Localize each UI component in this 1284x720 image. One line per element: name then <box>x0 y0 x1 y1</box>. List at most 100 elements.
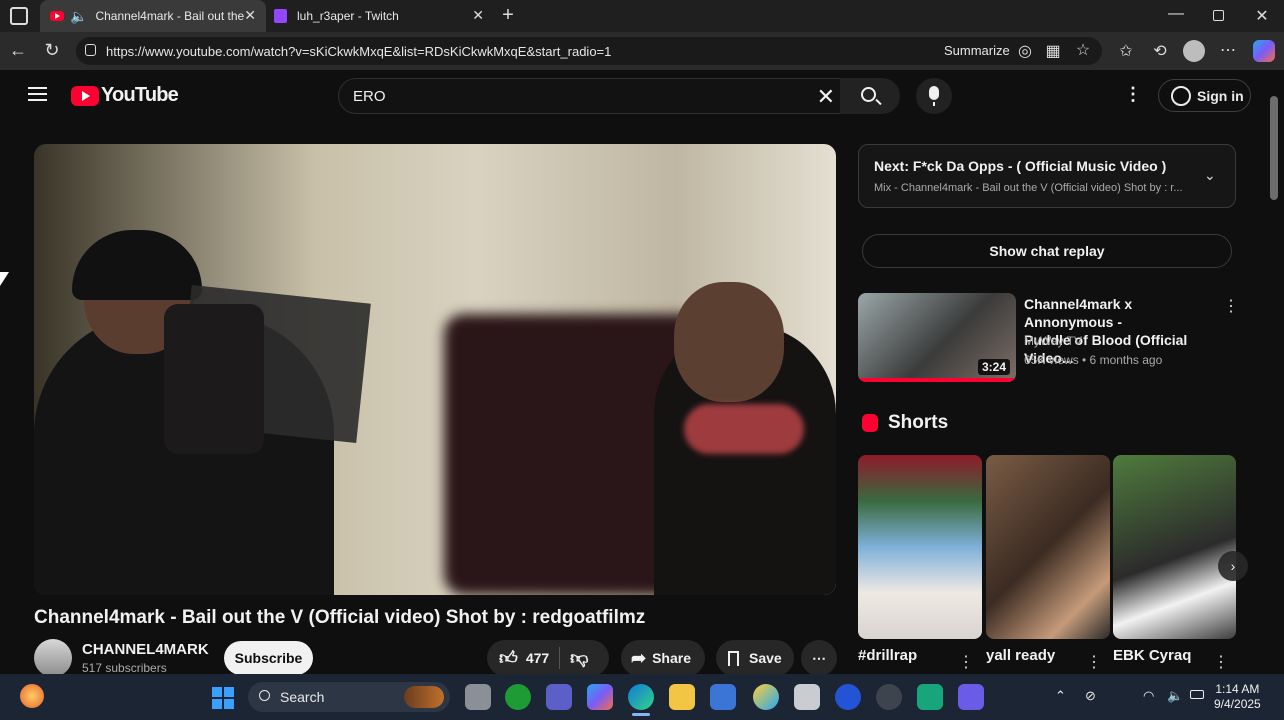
short-kebab-icon-3[interactable]: ⋮ <box>1213 652 1229 672</box>
hamburger-menu-icon[interactable] <box>28 87 47 101</box>
favorite-star-icon[interactable]: ☆ <box>1074 40 1092 60</box>
recommended-video-thumbnail[interactable]: 3:24 <box>858 293 1016 382</box>
scrollbar-thumb[interactable] <box>1270 96 1278 200</box>
tab-actions-icon[interactable] <box>10 7 28 25</box>
game-app-icon[interactable] <box>917 684 943 710</box>
back-icon[interactable]: ← <box>8 40 28 61</box>
recommended-title-line-1: Channel4mark x Annonymous - <box>1024 296 1133 330</box>
show-hidden-icons-icon[interactable]: ⌃ <box>1055 688 1066 704</box>
profile-avatar[interactable] <box>1183 40 1205 62</box>
new-tab-icon[interactable]: + <box>498 4 518 27</box>
start-button-icon[interactable] <box>212 687 234 709</box>
short-kebab-icon-1[interactable]: ⋮ <box>958 652 974 672</box>
widgets-icon[interactable] <box>20 684 44 708</box>
favorites-icon[interactable]: ✩ <box>1116 41 1136 61</box>
short-label-1[interactable]: #drillrap <box>858 647 917 664</box>
site-info-icon[interactable] <box>85 44 96 56</box>
short-label-3[interactable]: EBK Cyraq <box>1113 647 1191 664</box>
video-frame-beanie <box>72 230 202 300</box>
refresh-icon[interactable]: ↻ <box>42 40 62 61</box>
roblox-icon[interactable] <box>794 684 820 710</box>
share-button[interactable]: ➦ Share <box>621 640 705 676</box>
video-player[interactable] <box>34 144 836 595</box>
weather-icon[interactable] <box>753 684 779 710</box>
edge-icon[interactable] <box>628 684 654 710</box>
close-tab-icon[interactable]: ✕ <box>472 7 484 24</box>
copilot-icon[interactable] <box>1253 40 1275 62</box>
up-next-card[interactable]: Next: F*ck Da Opps - ( Official Music Vi… <box>858 144 1236 208</box>
recommended-channel[interactable]: MyWay TV <box>1024 334 1082 348</box>
more-actions-button[interactable]: ⋯ <box>801 640 837 676</box>
network-off-icon[interactable]: ⊘ <box>1085 688 1096 704</box>
volume-icon[interactable]: 🔈 <box>1167 688 1183 704</box>
like-count[interactable]: 477 <box>526 650 549 666</box>
short-thumbnail-3[interactable] <box>1113 455 1236 639</box>
shorts-next-button[interactable]: › <box>1218 551 1248 581</box>
xbox-icon[interactable] <box>505 684 531 710</box>
more-horizontal-icon: ⋯ <box>812 649 826 666</box>
system-clock[interactable]: 1:14 AM 9/4/2025 <box>1214 682 1261 712</box>
close-window-icon[interactable]: ✕ <box>1252 6 1272 26</box>
subscribe-button[interactable]: Subscribe <box>224 641 313 675</box>
file-explorer-icon[interactable] <box>669 684 695 710</box>
microphone-icon <box>929 86 939 100</box>
shorts-heading: Shorts <box>888 412 949 433</box>
youtube-favicon-icon <box>50 11 64 21</box>
address-field[interactable]: https://www.youtube.com/watch?v=sKiCkwkM… <box>76 37 1102 65</box>
like-icon[interactable]: 👍︎ <box>499 647 518 669</box>
save-label: Save <box>749 650 782 666</box>
settings-kebab-icon[interactable]: ⋮ <box>1124 84 1142 105</box>
video-title: Channel4mark - Bail out the V (Official … <box>34 607 646 628</box>
minimize-icon[interactable]: — <box>1166 5 1186 23</box>
copilot-taskbar-icon[interactable] <box>587 684 613 710</box>
taskbar-search[interactable]: Search <box>248 682 450 712</box>
clock-time: 1:14 AM <box>1215 682 1260 696</box>
teams-icon[interactable] <box>546 684 572 710</box>
search-value: ERO <box>353 87 386 105</box>
share-icon: ➦ <box>631 647 647 668</box>
tab-twitch[interactable]: luh_r3aper - Twitch ✕ <box>268 0 494 32</box>
show-chat-replay-button[interactable]: Show chat replay <box>862 234 1232 268</box>
mouse-cursor-icon <box>0 272 9 286</box>
short-label-2[interactable]: yall ready <box>986 647 1055 664</box>
more-menu-icon[interactable]: ⋯ <box>1218 40 1238 60</box>
video-frame-face-right <box>674 282 784 402</box>
save-button[interactable]: Save <box>716 640 794 676</box>
tab-youtube[interactable]: 🔈 Channel4mark - Bail out the ✕ <box>40 0 266 32</box>
next-subtitle: Mix - Channel4mark - Bail out the V (Off… <box>874 182 1183 194</box>
taskbar-search-label: Search <box>280 689 325 705</box>
copilot-compose-icon[interactable]: ◎ <box>1016 41 1034 61</box>
task-view-icon[interactable] <box>465 684 491 710</box>
recommended-kebab-icon[interactable]: ⋮ <box>1223 296 1239 316</box>
battery-icon[interactable] <box>1190 690 1204 699</box>
channel-avatar[interactable] <box>34 639 72 677</box>
app-icon[interactable] <box>835 684 861 710</box>
chevron-down-icon[interactable]: ⌄ <box>1204 167 1216 184</box>
history-icon[interactable]: ⟲ <box>1150 41 1170 61</box>
summarize-button[interactable]: Summarize <box>944 43 1010 58</box>
search-highlight-icon <box>404 686 444 708</box>
short-thumbnail-2[interactable] <box>986 455 1110 639</box>
search-button[interactable] <box>840 78 900 114</box>
short-kebab-icon-2[interactable]: ⋮ <box>1086 652 1102 672</box>
sign-in-button[interactable]: Sign in <box>1158 79 1251 112</box>
youtube-logo[interactable]: YouTube <box>71 84 179 107</box>
video-duration: 3:24 <box>977 359 1010 375</box>
store-icon[interactable] <box>710 684 736 710</box>
maximize-icon[interactable] <box>1213 10 1224 21</box>
wifi-icon[interactable]: ◠ <box>1143 688 1154 704</box>
voice-search-button[interactable] <box>916 78 952 114</box>
chrome-icon[interactable] <box>876 684 902 710</box>
apps-icon[interactable]: ▦ <box>1044 41 1062 61</box>
speaker-icon[interactable]: 🔈 <box>70 8 87 25</box>
search-input[interactable]: ERO ✕ <box>338 78 854 114</box>
close-tab-icon[interactable]: ✕ <box>244 7 256 24</box>
dislike-icon[interactable]: 👎︎ <box>570 647 588 669</box>
short-thumbnail-1[interactable] <box>858 455 982 639</box>
channel-name[interactable]: CHANNEL4MARK <box>82 641 209 658</box>
notes-app-icon[interactable] <box>958 684 984 710</box>
subscriber-count: 517 subscribers <box>82 661 167 675</box>
watch-progress-bar <box>858 378 1016 382</box>
share-label: Share <box>652 650 692 666</box>
clear-search-icon[interactable]: ✕ <box>817 84 835 110</box>
